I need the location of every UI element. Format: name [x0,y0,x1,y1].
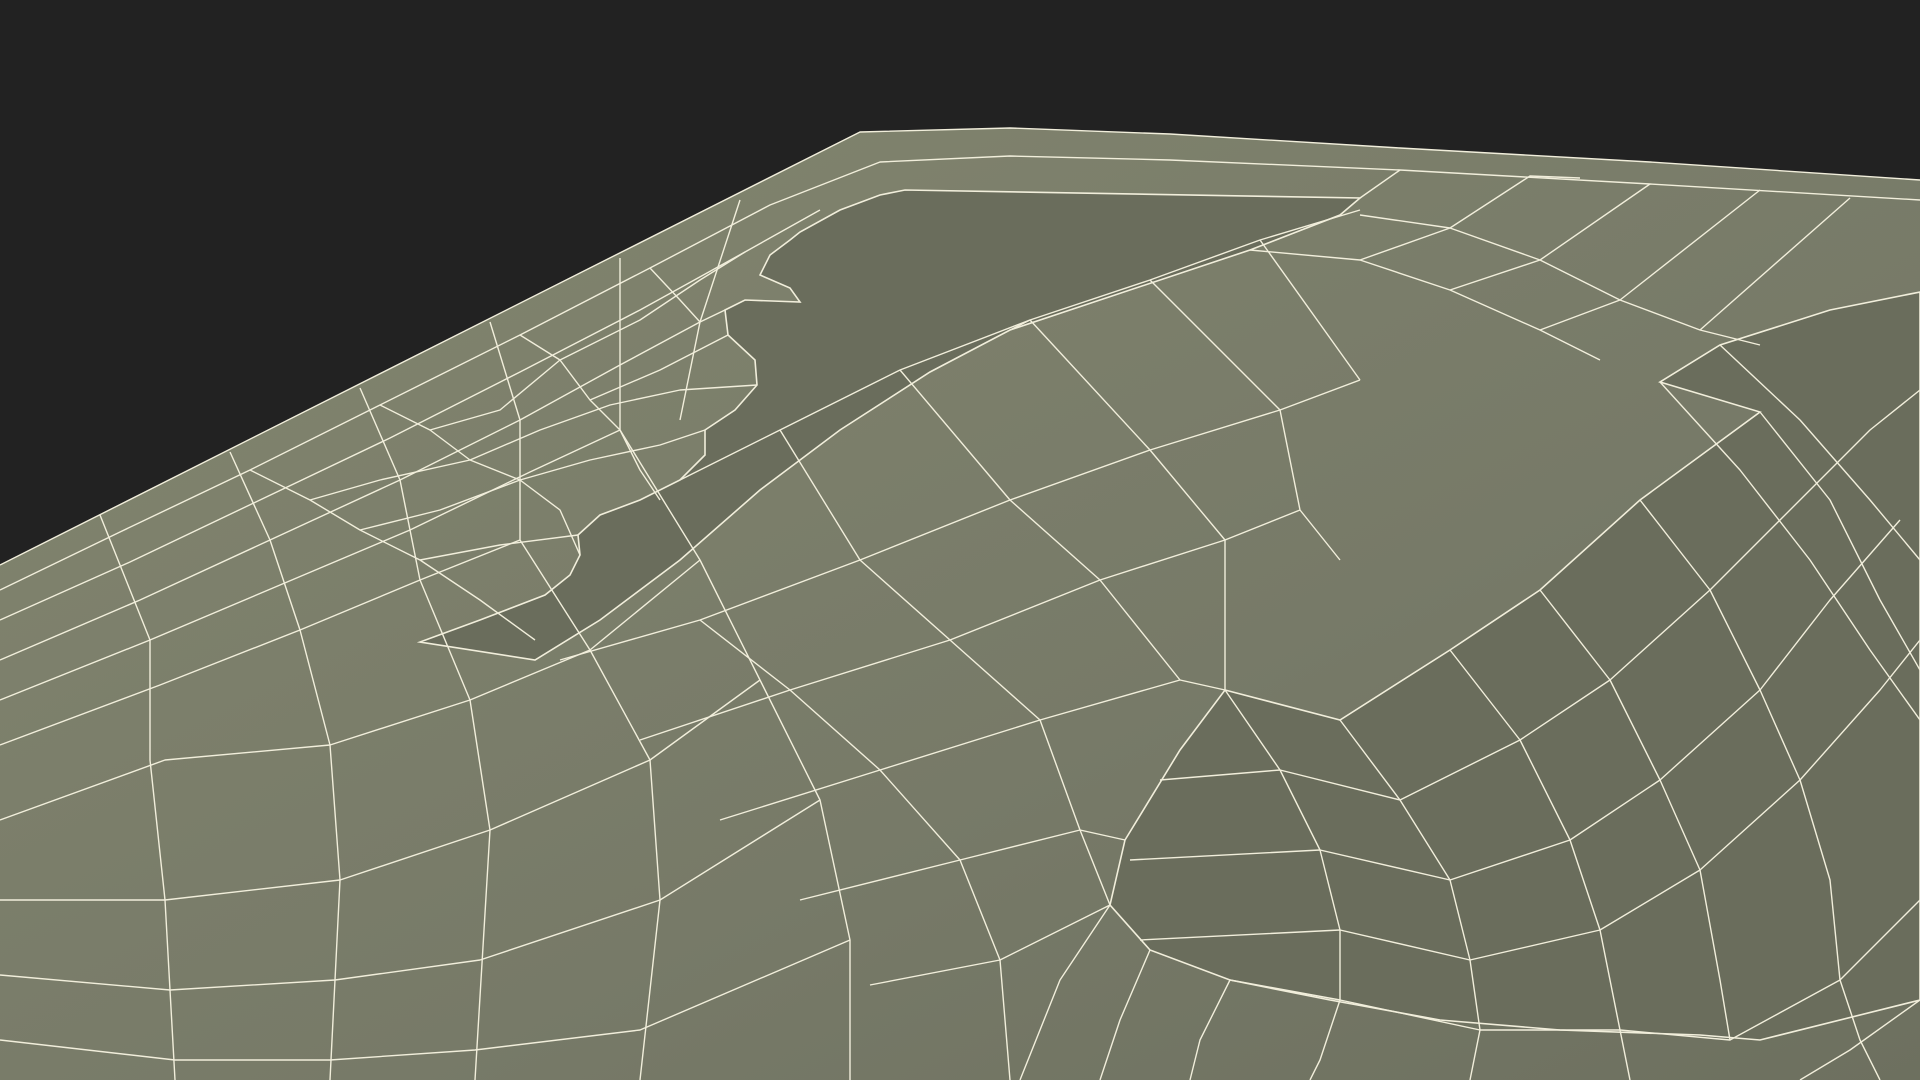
render-viewport [0,0,1920,1080]
wireframe-render [0,0,1920,1080]
